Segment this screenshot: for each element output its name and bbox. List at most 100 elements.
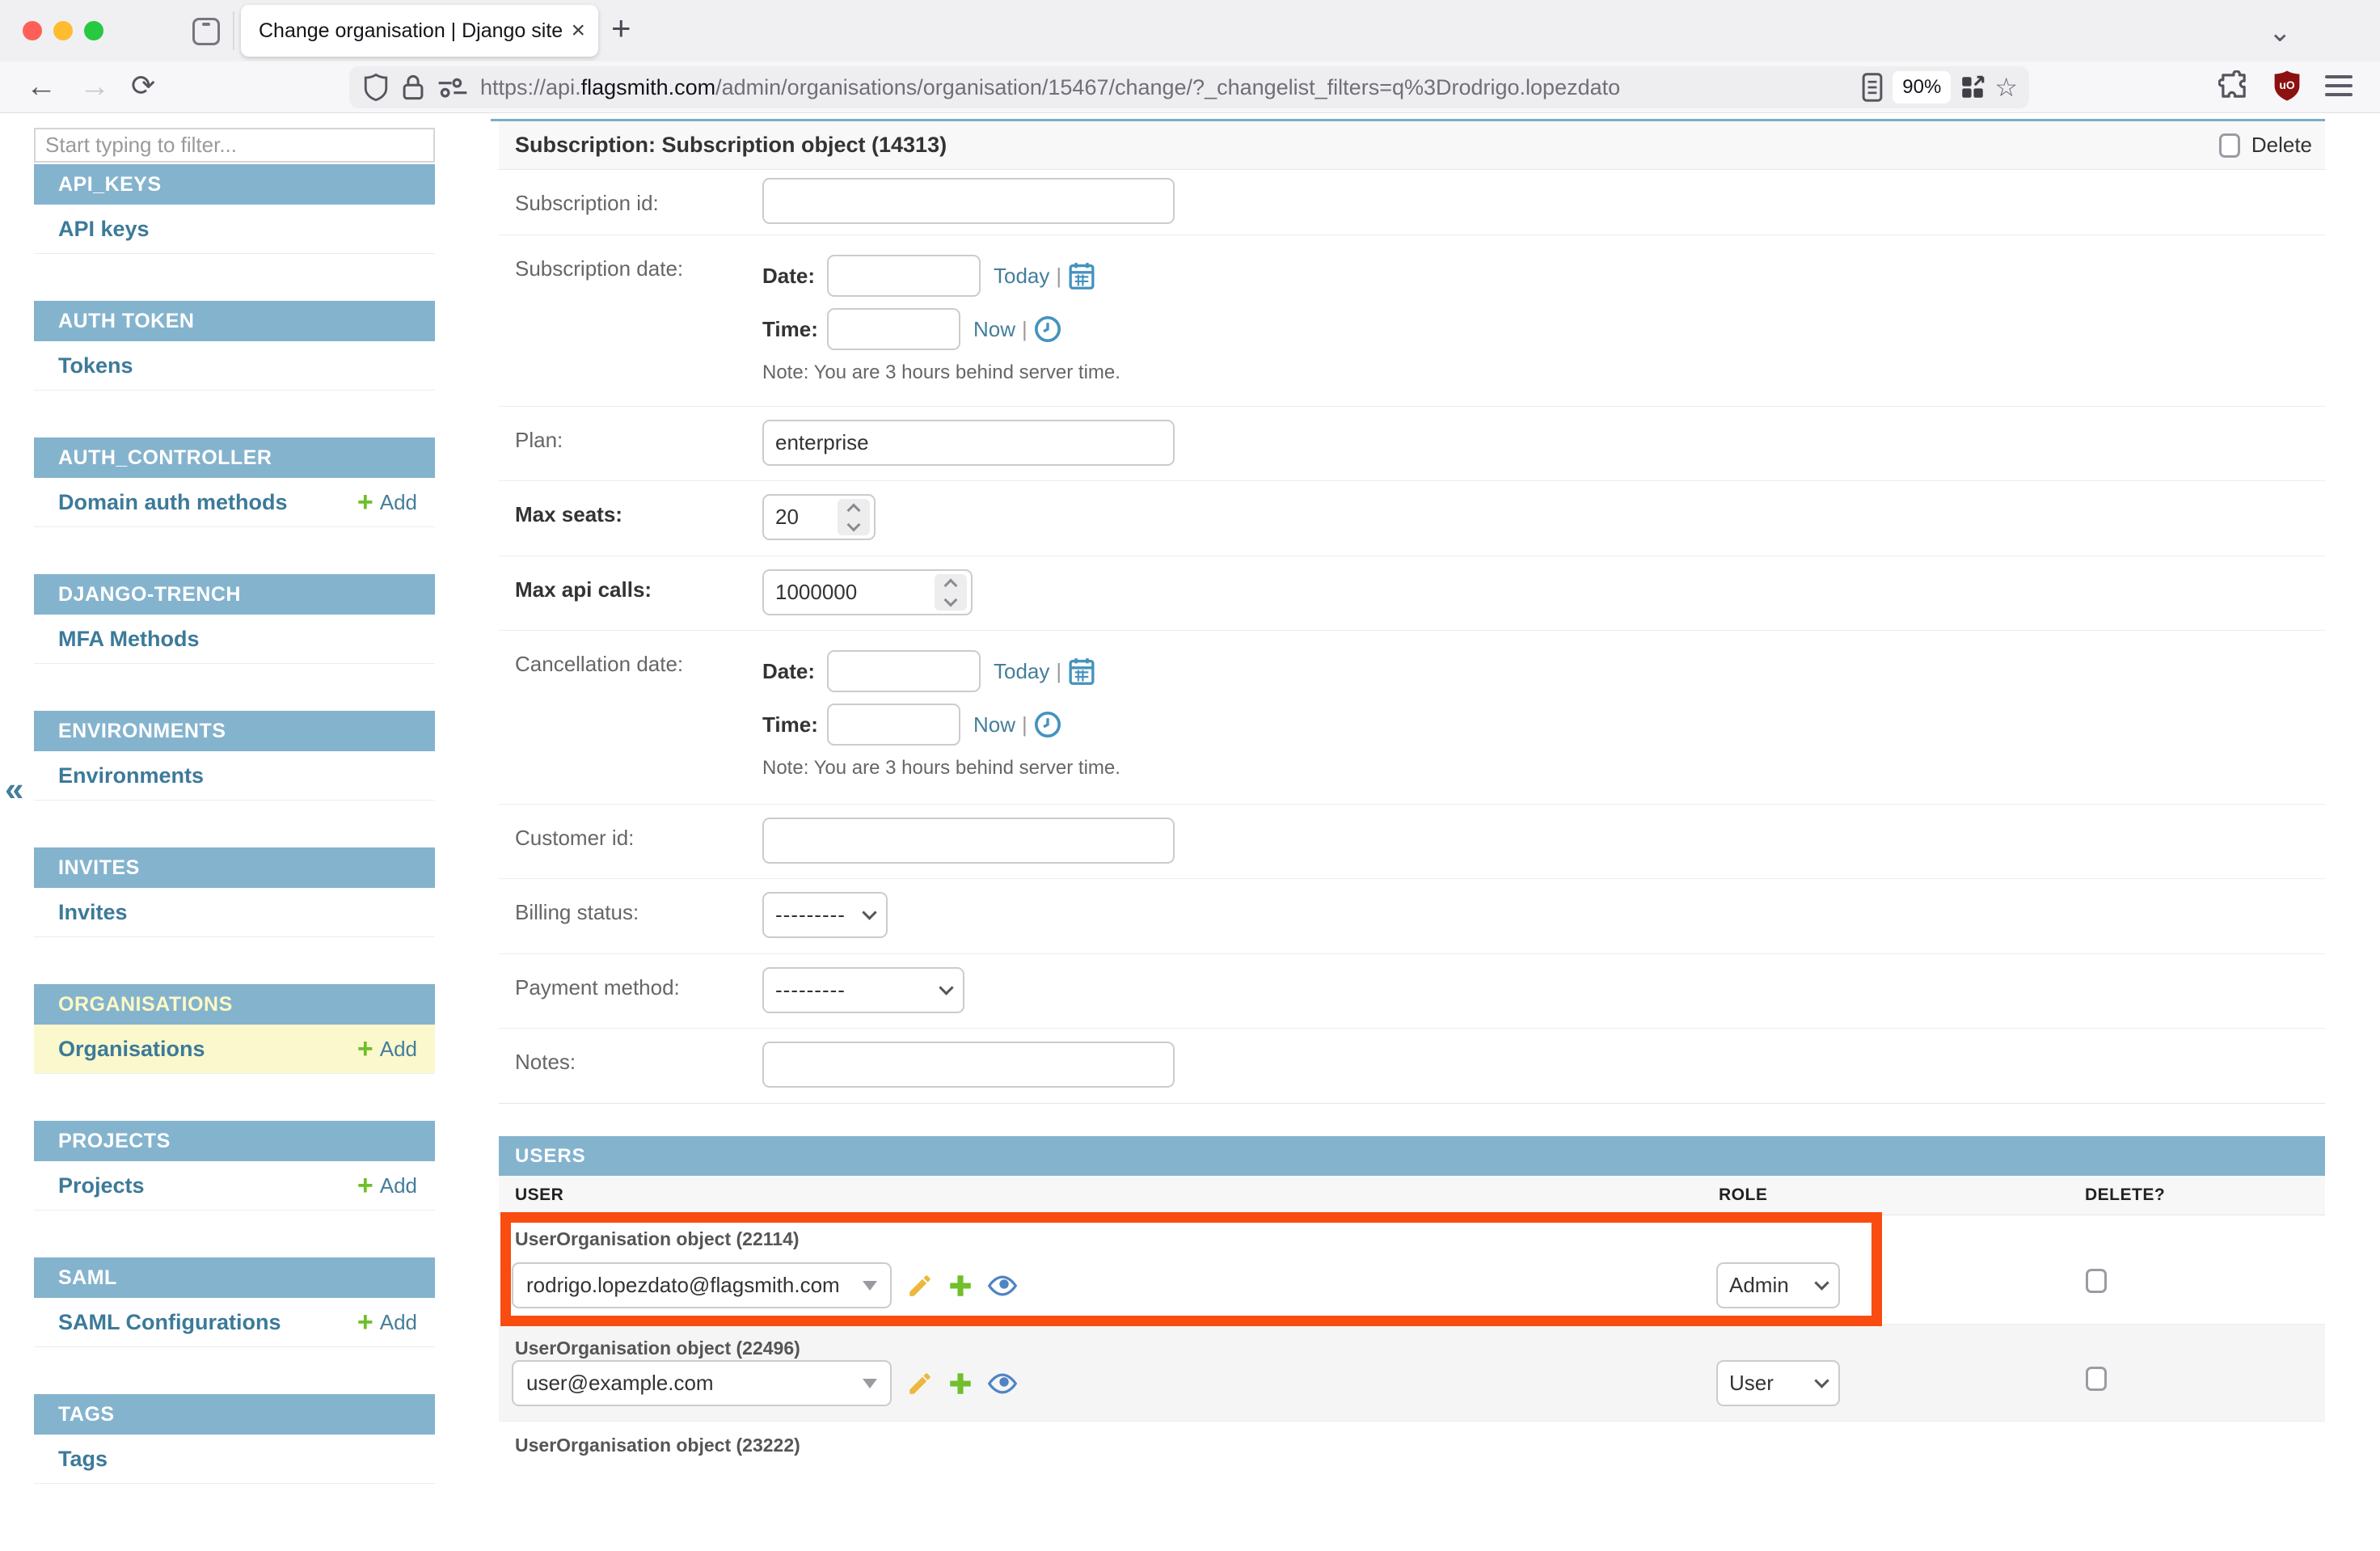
sidebar-item-environments[interactable]: Environments <box>34 751 435 801</box>
back-button[interactable]: ← <box>26 71 57 102</box>
now-link[interactable]: Now <box>973 317 1015 342</box>
calendar-icon[interactable] <box>1068 657 1095 686</box>
role-select[interactable]: User <box>1716 1360 1840 1406</box>
field-label: Subscription date: <box>499 235 762 406</box>
stepper-buttons[interactable] <box>935 574 967 611</box>
add-link[interactable]: +Add <box>357 1308 417 1336</box>
max-seats-stepper[interactable]: 20 <box>762 494 876 540</box>
reader-mode-icon[interactable] <box>1860 72 1884 103</box>
user-select[interactable]: rodrigo.lopezdato@flagsmith.com <box>512 1262 892 1308</box>
today-link[interactable]: Today <box>994 659 1049 684</box>
delete-row-checkbox[interactable] <box>2086 1367 2107 1391</box>
customer-id-input[interactable] <box>762 818 1175 864</box>
grid-arrow-icon[interactable] <box>1959 74 1986 101</box>
view-eye-icon[interactable] <box>987 1371 1018 1396</box>
subscription-module-header: Subscription: Subscription object (14313… <box>499 121 2325 170</box>
zoom-level-button[interactable]: 90% <box>1893 71 1951 104</box>
sidebar-section-projects: PROJECTS Projects +Add <box>34 1121 435 1211</box>
add-link[interactable]: +Add <box>357 1035 417 1063</box>
url-text[interactable]: https://api.flagsmith.com/admin/organisa… <box>480 75 1860 100</box>
browser-tab-bar: Change organisation | Django site ad × +… <box>0 0 2380 61</box>
billing-status-select[interactable]: --------- <box>762 892 888 938</box>
tab-overflow-chevron-icon[interactable]: ⌄ <box>2268 16 2292 49</box>
clock-icon[interactable] <box>1034 315 1061 343</box>
sidebar-item-mfa-methods[interactable]: MFA Methods <box>34 615 435 664</box>
stepper-buttons[interactable] <box>838 499 870 535</box>
url-domain: flagsmith.com <box>581 75 716 99</box>
sidebar-section-environments: ENVIRONMENTS Environments <box>34 711 435 801</box>
sidebar-item-organisations[interactable]: Organisations +Add <box>34 1025 435 1074</box>
sidebar-item-domain-auth-methods[interactable]: Domain auth methods +Add <box>34 478 435 527</box>
sidebar-item-label[interactable]: Invites <box>58 900 417 925</box>
lock-icon[interactable] <box>401 73 425 102</box>
max-api-calls-stepper[interactable]: 1000000 <box>762 569 973 615</box>
sidebar-item-label[interactable]: Projects <box>58 1173 357 1198</box>
close-window-button[interactable] <box>23 21 42 40</box>
delete-row-checkbox[interactable] <box>2086 1269 2107 1293</box>
sidebar-item-label[interactable]: Environments <box>58 763 417 788</box>
payment-method-select[interactable]: --------- <box>762 967 964 1013</box>
plan-input[interactable] <box>762 420 1175 466</box>
tab-close-icon[interactable]: × <box>571 19 585 43</box>
browser-tab[interactable]: Change organisation | Django site ad × <box>241 5 598 57</box>
now-link[interactable]: Now <box>973 712 1015 737</box>
shield-icon[interactable] <box>362 72 390 103</box>
sidebar-item-tokens[interactable]: Tokens <box>34 341 435 391</box>
subscription-time-input[interactable] <box>827 308 960 350</box>
extensions-puzzle-icon[interactable] <box>2218 70 2249 101</box>
chevron-down-icon <box>1814 1373 1829 1388</box>
section-header: SAML <box>34 1257 435 1298</box>
field-row-payment-method: Payment method: --------- <box>499 954 2325 1029</box>
sidebar-item-tags[interactable]: Tags <box>34 1435 435 1484</box>
sidebar-item-label[interactable]: MFA Methods <box>58 627 417 652</box>
sidebar-filter-input[interactable] <box>34 128 435 163</box>
tab-divider <box>233 11 234 50</box>
field-label: Notes: <box>499 1029 762 1103</box>
sidebar-item-saml-configurations[interactable]: SAML Configurations +Add <box>34 1298 435 1347</box>
permissions-icon[interactable] <box>437 75 469 99</box>
sidebar-item-api-keys[interactable]: API keys <box>34 205 435 254</box>
view-eye-icon[interactable] <box>987 1274 1018 1298</box>
subscription-delete-checkbox[interactable] <box>2219 133 2240 158</box>
zoom-window-button[interactable] <box>84 21 103 40</box>
sidebar-item-label[interactable]: Tokens <box>58 353 417 378</box>
sidebar-item-label[interactable]: API keys <box>58 217 417 242</box>
edit-pencil-icon[interactable] <box>906 1272 934 1300</box>
today-link[interactable]: Today <box>994 264 1049 289</box>
new-tab-button[interactable]: + <box>611 11 631 45</box>
sidebar-item-projects[interactable]: Projects +Add <box>34 1161 435 1211</box>
sidebar-item-label[interactable]: Organisations <box>58 1037 357 1062</box>
billing-status-value: --------- <box>775 902 846 928</box>
sidebar-item-invites[interactable]: Invites <box>34 888 435 937</box>
notes-input[interactable] <box>762 1042 1175 1088</box>
bookmark-star-icon[interactable]: ☆ <box>1994 72 2018 103</box>
subscription-id-input[interactable] <box>762 178 1175 224</box>
minimize-window-button[interactable] <box>53 21 73 40</box>
sidebar-section-api-keys: API_KEYS API keys <box>34 164 435 254</box>
field-row-billing-status: Billing status: --------- <box>499 879 2325 954</box>
menu-hamburger-icon[interactable] <box>2325 75 2353 96</box>
reload-button[interactable]: ⟳ <box>131 71 155 100</box>
subscription-date-input[interactable] <box>827 255 981 297</box>
sidebar-item-label[interactable]: SAML Configurations <box>58 1310 357 1335</box>
calendar-icon[interactable] <box>1068 261 1095 290</box>
add-plus-icon[interactable] <box>947 1272 974 1300</box>
add-link[interactable]: +Add <box>357 488 417 516</box>
add-plus-icon[interactable] <box>947 1370 974 1397</box>
section-header: DJANGO-TRENCH <box>34 574 435 615</box>
sidebar-item-label[interactable]: Tags <box>58 1447 417 1472</box>
object-label: UserOrganisation object (22496) <box>515 1338 800 1359</box>
sidebar-collapse-toggle[interactable]: « <box>5 770 23 809</box>
firefox-view-icon[interactable] <box>192 18 220 45</box>
section-header: INVITES <box>34 847 435 888</box>
ublock-origin-icon[interactable]: uO <box>2272 70 2302 102</box>
sidebar-item-label[interactable]: Domain auth methods <box>58 490 357 515</box>
cancellation-time-input[interactable] <box>827 704 960 746</box>
add-link[interactable]: +Add <box>357 1172 417 1199</box>
role-select[interactable]: Admin <box>1716 1262 1840 1308</box>
user-select[interactable]: user@example.com <box>512 1360 892 1406</box>
cancellation-date-input[interactable] <box>827 650 981 692</box>
url-bar[interactable]: https://api.flagsmith.com/admin/organisa… <box>349 66 2029 108</box>
edit-pencil-icon[interactable] <box>906 1370 934 1397</box>
clock-icon[interactable] <box>1034 711 1061 738</box>
